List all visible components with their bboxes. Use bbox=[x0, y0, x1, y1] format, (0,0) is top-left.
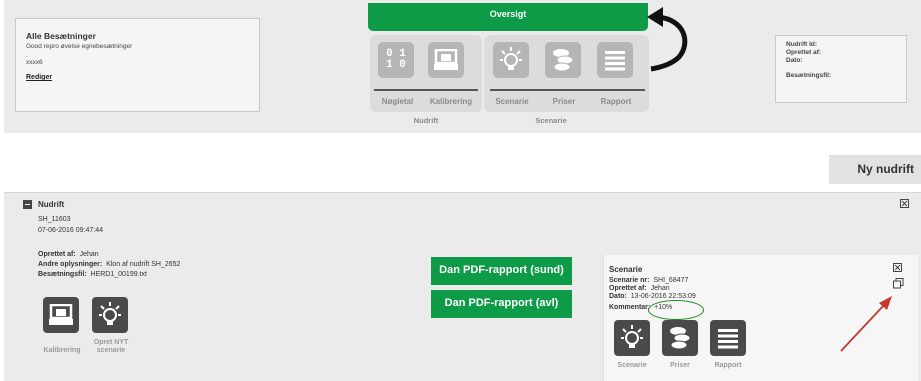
annotation-arrow-icon bbox=[840, 296, 892, 352]
nudrift-id: SH_11603 bbox=[38, 216, 71, 223]
nav-label-priser[interactable]: Priser bbox=[540, 97, 588, 106]
nav-label-scenarie[interactable]: Scenarie bbox=[488, 97, 536, 106]
pdf-avl-button[interactable]: Dan PDF-rapport (avl) bbox=[431, 290, 572, 318]
scenario-priser-label[interactable]: Priser bbox=[658, 362, 702, 370]
nav-tile-scenarie[interactable] bbox=[493, 42, 529, 78]
close-icon[interactable] bbox=[893, 263, 902, 272]
kalibrering-action-button[interactable] bbox=[43, 297, 79, 333]
nav-tile-noegletal[interactable]: 0 11 0 bbox=[378, 42, 414, 78]
group-label-scenarie: Scenarie bbox=[535, 116, 567, 125]
opret-scenarie-action-label[interactable]: Opret NYT scenarie bbox=[88, 339, 134, 355]
nav-label-rapport[interactable]: Rapport bbox=[592, 97, 640, 106]
summary-dot: . bbox=[26, 52, 28, 59]
coins-icon bbox=[553, 49, 574, 72]
binary-data-icon: 0 11 0 bbox=[386, 48, 406, 71]
nudrift-andre: Andre oplysninger: Klon af nudrift SH_26… bbox=[38, 261, 181, 268]
scenario-scenarie-label[interactable]: Scenarie bbox=[610, 362, 654, 370]
meta-card: Nudrift Id: Oprettet af: Dato: Besætning… bbox=[775, 35, 907, 103]
highlight-ellipse bbox=[648, 300, 704, 320]
scenario-nr: Scenarie nr: SHI_68477 bbox=[609, 277, 689, 284]
oversigt-tab[interactable]: Oversigt bbox=[368, 3, 648, 31]
nudrift-fil: Besætningsfil: HERD1_00199.txt bbox=[38, 271, 147, 278]
collapse-icon[interactable] bbox=[23, 200, 32, 209]
edit-link[interactable]: Rediger bbox=[26, 74, 249, 81]
report-lines-icon bbox=[718, 329, 738, 349]
nav-label-kalibrering[interactable]: Kalibrering bbox=[423, 97, 479, 106]
nudrift-oprettet: Oprettet af: Jehan bbox=[38, 251, 99, 258]
new-nudrift-button[interactable]: Ny nudrift bbox=[829, 155, 921, 184]
scenario-heading: Scenarie bbox=[609, 265, 643, 274]
pdf-sund-button[interactable]: Dan PDF-rapport (sund) bbox=[431, 257, 572, 285]
nav-tile-priser[interactable] bbox=[545, 42, 581, 78]
summary-subtitle: Good repro øvelse egnebesætninger bbox=[26, 43, 133, 50]
summary-code: xxxx6 bbox=[26, 59, 43, 66]
opret-scenarie-action-button[interactable] bbox=[92, 297, 128, 333]
monitor-tray-icon bbox=[434, 49, 458, 70]
meta-dato: Dato: bbox=[786, 57, 803, 64]
report-lines-icon bbox=[605, 51, 625, 71]
lightbulb-icon bbox=[99, 302, 121, 325]
nav-label-noegletal[interactable]: Nøgletal bbox=[370, 97, 425, 106]
summary-card: Alle Besætninger Good repro øvelse egneb… bbox=[15, 18, 260, 112]
kalibrering-action-label[interactable]: Kalibrering bbox=[36, 347, 88, 355]
curved-arrow-icon bbox=[647, 7, 688, 72]
nudrift-heading: Nudrift bbox=[38, 200, 65, 209]
monitor-tray-icon bbox=[49, 304, 73, 325]
nudrift-datetime: 07-06-2016 09:47:44 bbox=[38, 227, 103, 234]
summary-title: Alle Besætninger bbox=[26, 31, 96, 41]
meta-oprettet-af: Oprettet af: bbox=[786, 49, 822, 56]
close-icon[interactable] bbox=[900, 199, 909, 208]
nav-tile-kalibrering[interactable] bbox=[428, 42, 464, 78]
scenario-oprettet: Oprettet af: Jehan bbox=[609, 285, 670, 292]
lightbulb-icon bbox=[621, 325, 643, 348]
scenario-dato: Dato: 13-06-2016 22:53:09 bbox=[609, 293, 696, 300]
scenario-scenarie-button[interactable] bbox=[614, 320, 650, 356]
meta-nudrift-id: Nudrift Id: bbox=[786, 41, 818, 48]
copy-icon[interactable] bbox=[893, 278, 904, 289]
scenarie-underline bbox=[490, 89, 645, 91]
group-label-nudrift: Nudrift bbox=[413, 116, 439, 125]
nudrift-underline bbox=[374, 89, 478, 91]
meta-besaetningsfil: Besætningsfil: bbox=[786, 72, 832, 79]
scenario-rapport-label[interactable]: Rapport bbox=[706, 362, 750, 370]
lightbulb-icon bbox=[500, 47, 522, 70]
scenario-rapport-button[interactable] bbox=[710, 320, 746, 356]
nav-tile-rapport[interactable] bbox=[597, 42, 633, 78]
coins-icon bbox=[670, 327, 691, 350]
scenario-priser-button[interactable] bbox=[662, 320, 698, 356]
